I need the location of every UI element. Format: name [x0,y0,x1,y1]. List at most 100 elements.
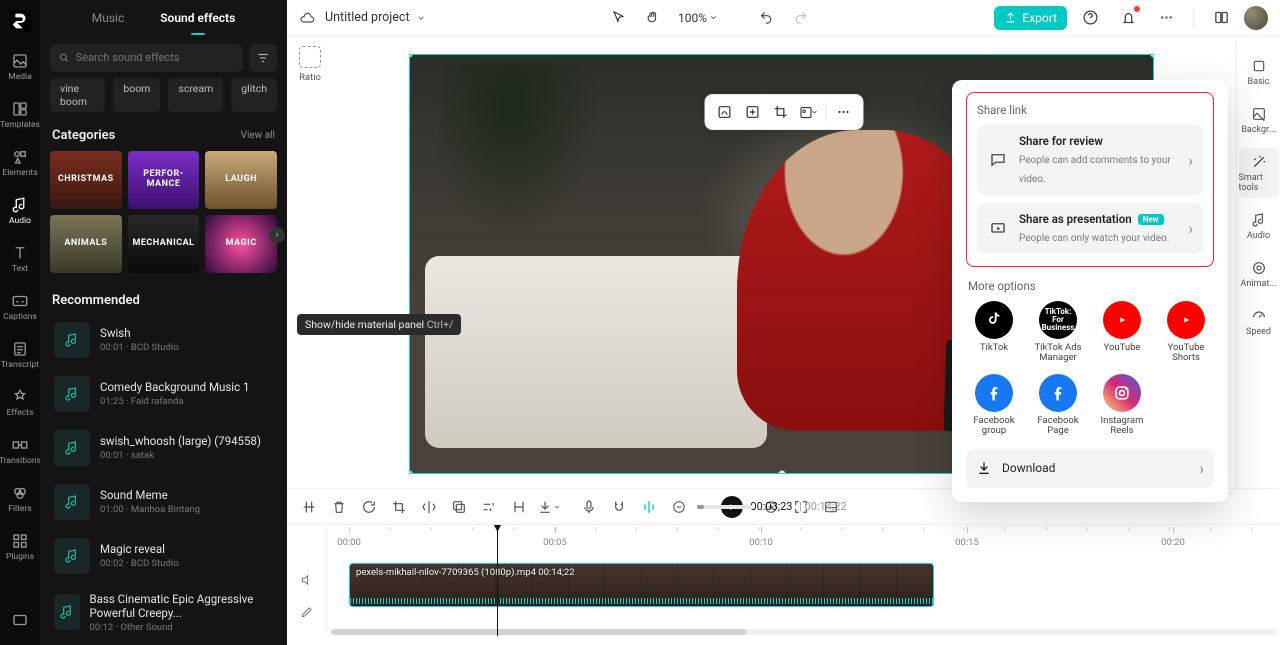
share-for-review-row[interactable]: Share for review People can add comments… [977,125,1203,195]
share-option-shorts[interactable]: YouTube Shorts [1158,301,1214,364]
cat-animals[interactable]: ANIMALS [50,215,122,273]
add-button[interactable] [739,99,765,125]
cat-performance[interactable]: PERFOR- MANCE [128,151,200,209]
ratio-selector[interactable]: Ratio [293,42,327,488]
share-as-presentation-row[interactable]: Share as presentationNew People can only… [977,203,1203,254]
notifications-button[interactable] [1116,6,1140,30]
adjust-button[interactable] [477,495,501,519]
magnet-button[interactable] [607,495,631,519]
ruler-minor-tick [554,527,555,531]
timeline-scrollbar[interactable] [331,629,1276,635]
cat-mechanical[interactable]: MECHANICAL [128,215,200,273]
mirror-button[interactable] [417,495,441,519]
track-item[interactable]: Magic reveal 00:02 · BCD Studio [50,532,277,580]
track-item[interactable]: swish_whoosh (large) (794558) 00:01 · sa… [50,424,277,472]
rtab-animation[interactable]: Animat... [1239,254,1279,294]
search-sound-effects[interactable] [50,44,243,72]
rtab-basic[interactable]: Basic [1239,52,1279,92]
share-option-fbgroup[interactable]: Facebook group [966,374,1022,437]
track-item[interactable]: Sound Meme 01:00 · Manhoa Bintang [50,478,277,526]
cloud-icon [299,10,315,26]
chip-glitch[interactable]: glitch [231,78,277,112]
notification-dot-icon [1134,6,1140,12]
sidebar-item-filters[interactable]: Filters [0,478,40,520]
copy-button[interactable] [447,495,471,519]
sidebar-item-transcript[interactable]: Transcript [0,334,40,376]
cursor-tool-button[interactable] [606,5,632,31]
zoom-out-button[interactable] [667,495,691,519]
auto-snap-button[interactable] [637,495,661,519]
cat-christmas[interactable]: CHRISTMAS [50,151,122,209]
zoom-dropdown[interactable]: 100% [674,11,722,25]
zoom-slider[interactable] [697,505,753,509]
share-option-youtube[interactable]: YouTube [1094,301,1150,364]
chip-vine-boom[interactable]: vine boom [50,78,105,112]
download-tl-button[interactable] [537,495,561,519]
download-row[interactable]: Download › [966,449,1214,488]
mute-icon[interactable] [300,573,314,587]
cat-magic[interactable]: MAGIC [205,215,277,273]
time-total: 00:14;22 [805,500,847,513]
rtab-background[interactable]: Backgr... [1239,100,1279,140]
view-all-link[interactable]: View all [241,130,275,141]
timeline-ruler[interactable]: 00:0000:0500:1000:1500:20 [327,525,1280,547]
hand-tool-button[interactable] [640,5,666,31]
sidebar-item-settings[interactable] [0,605,40,635]
replace-button[interactable] [795,99,821,125]
rtab-audio[interactable]: Audio [1239,206,1279,246]
resize-handle-bc[interactable] [778,470,786,474]
voiceover-button[interactable] [577,495,601,519]
project-title[interactable]: Untitled project [325,10,426,25]
undo-button[interactable] [754,5,780,31]
share-option-fbpage[interactable]: Facebook Page [1030,374,1086,437]
sidebar-item-audio[interactable]: Audio [0,190,40,232]
sidebar-item-elements[interactable]: Elements [0,142,40,184]
remove-bg-button[interactable] [711,99,737,125]
rtab-smart-tools[interactable]: Smart tools [1239,148,1279,198]
redo-button[interactable] [788,5,814,31]
edit-track-icon[interactable] [300,605,314,619]
retry-button[interactable] [357,495,381,519]
scrollbar-thumb[interactable] [331,629,747,635]
sidebar-item-effects[interactable]: Effects [0,382,40,424]
more-menu-button[interactable] [1154,6,1178,30]
track-item[interactable]: Comedy Background Music 1 01:25 · Faid r… [50,370,277,418]
categories-scroll-right[interactable]: › [269,227,285,243]
share-option-tiktok[interactable]: TikTok [966,301,1022,364]
split-button[interactable] [297,495,321,519]
trim-button[interactable] [507,495,531,519]
export-button[interactable]: Export [994,6,1067,30]
sidebar-item-templates[interactable]: Templates [0,94,40,136]
track-item[interactable]: Swish 00:01 · BCD Studio [50,316,277,364]
rtab-speed[interactable]: Speed [1239,302,1279,342]
sidebar-item-plugins[interactable]: Plugins [0,526,40,568]
crop-tl-button[interactable] [387,495,411,519]
sidebar-item-media[interactable]: Media [0,46,40,88]
share-option-ttads[interactable]: TikTok:For BusinessTikTok Ads Manager [1030,301,1086,364]
delete-button[interactable] [327,495,351,519]
playhead[interactable] [497,525,498,636]
share-option-label: YouTube Shorts [1158,343,1214,364]
track-item[interactable]: Bass Cinematic Epic Aggressive Powerful … [50,586,277,639]
timeline-body[interactable]: 00:0000:0500:1000:1500:20 pexels-mikhail… [327,525,1280,636]
chip-scream[interactable]: scream [168,78,223,112]
sidebar-item-captions[interactable]: Captions [0,286,40,328]
ruler-tick: 00:00 [337,537,361,548]
search-input[interactable] [76,51,235,64]
chip-boom[interactable]: boom [113,78,160,112]
tab-music[interactable]: Music [92,3,124,33]
video-clip[interactable]: pexels-mikhail-nilov-7709365 (1080p).mp4… [349,563,934,607]
ruler-minor-tick [800,527,801,531]
sidebar-item-transitions[interactable]: Transitions [0,430,40,472]
help-button[interactable] [1078,6,1102,30]
user-avatar[interactable] [1244,6,1268,30]
search-icon [58,51,70,64]
sidebar-item-text[interactable]: Text [0,238,40,280]
share-option-reels[interactable]: Instagram Reels [1094,374,1150,437]
cat-laugh[interactable]: LAUGH [205,151,277,209]
tab-sound-effects[interactable]: Sound effects [160,3,235,33]
crop-button[interactable] [767,99,793,125]
panel-layout-button[interactable] [1209,6,1233,30]
preview-more-button[interactable] [830,99,856,125]
search-filter-button[interactable] [249,44,277,72]
